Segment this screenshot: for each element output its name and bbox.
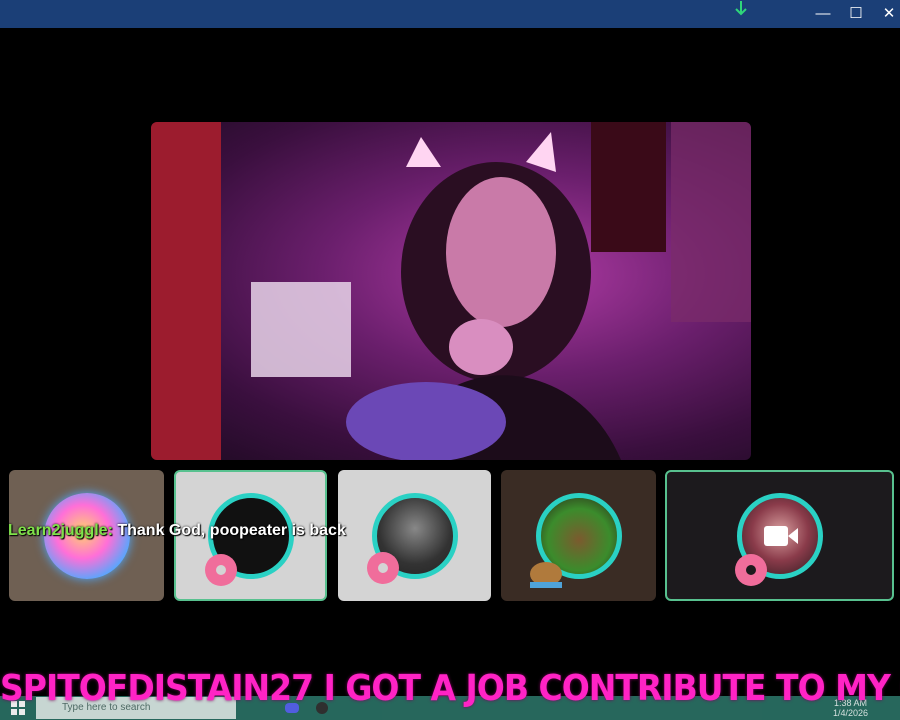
capybara-icon: [530, 562, 562, 588]
webcam-scene: [151, 122, 751, 460]
donut-icon: [205, 554, 237, 586]
minimize-button[interactable]: —: [806, 0, 840, 28]
maximize-button[interactable]: ☐: [839, 0, 873, 28]
close-button[interactable]: ✕: [872, 0, 900, 28]
donut-icon: [367, 552, 399, 584]
donut-icon: [735, 554, 767, 586]
download-arrow-icon[interactable]: [733, 0, 749, 18]
window-title-bar: — ☐ ✕: [0, 0, 900, 28]
chat-username: Learn2juggle:: [8, 522, 113, 539]
scrolling-banner: SPITOFDISTAIN27 I GOT A JOB CONTRIBUTE T…: [0, 666, 900, 709]
chat-message: Learn2juggle: Thank God, poopeater is ba…: [8, 522, 346, 540]
participant-tile-4[interactable]: [501, 470, 656, 601]
chat-text: Thank God, poopeater is back: [112, 522, 346, 539]
participant-tile-5[interactable]: [665, 470, 894, 601]
main-webcam-video[interactable]: [151, 122, 751, 460]
participant-tile-3[interactable]: [338, 470, 491, 601]
video-camera-icon[interactable]: [763, 524, 799, 548]
